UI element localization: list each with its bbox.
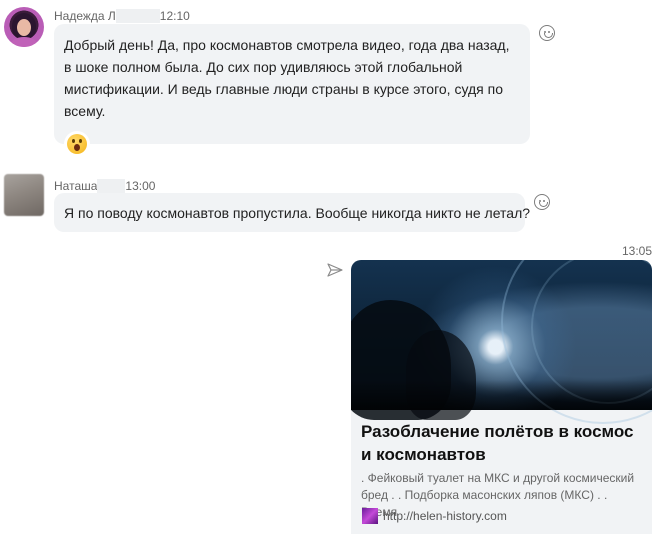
avatar[interactable] <box>4 174 44 216</box>
add-reaction-icon[interactable] <box>534 194 550 210</box>
astonished-face-emoji-icon <box>67 134 87 154</box>
message-header: Надежда Л 12:10 <box>54 7 190 25</box>
add-reaction-icon[interactable] <box>539 25 555 41</box>
message-time: 12:10 <box>159 9 190 23</box>
message-time: 13:05 <box>622 244 653 258</box>
reaction-chip[interactable] <box>64 131 90 157</box>
redacted-name <box>115 8 160 23</box>
sender-name[interactable]: Надежда Л <box>54 9 116 23</box>
message-text: Добрый день! Да, про космонавтов смотрел… <box>64 37 510 119</box>
message-bubble[interactable]: Добрый день! Да, про космонавтов смотрел… <box>54 24 530 157</box>
link-preview-url[interactable]: http://helen-history.com <box>383 508 507 524</box>
message-bubble[interactable]: Я по поводу космонавтов пропустила. Вооб… <box>54 193 530 232</box>
link-preview-card[interactable]: Разоблачение полётов в космос и космонав… <box>351 260 652 534</box>
link-preview-title[interactable]: Разоблачение полётов в космос и космонав… <box>361 420 641 466</box>
site-favicon-icon <box>362 508 378 524</box>
avatar[interactable] <box>4 7 44 47</box>
message-time: 13:00 <box>125 179 156 193</box>
message-text: Я по поводу космонавтов пропустила. Вооб… <box>64 205 531 221</box>
redacted-name <box>97 178 126 193</box>
sender-name[interactable]: Наташа <box>54 179 97 193</box>
link-preview-image[interactable] <box>351 260 652 424</box>
sent-status-icon <box>327 263 343 277</box>
